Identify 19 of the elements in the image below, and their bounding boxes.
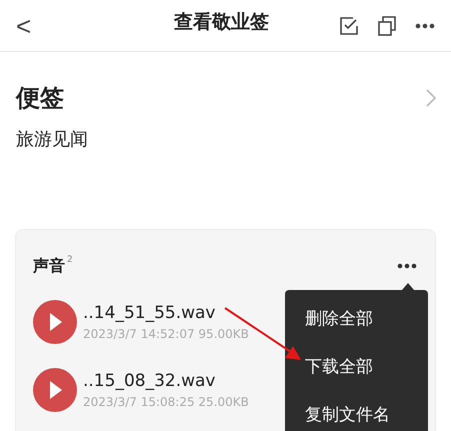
back-button[interactable]: <: [16, 12, 32, 38]
menu-item[interactable]: 下载全部: [305, 356, 408, 378]
page-title: 查看敬业签: [174, 10, 269, 35]
play-button[interactable]: [33, 368, 77, 412]
category-title: 便签: [16, 83, 64, 114]
file-name: ..14_51_55.wav: [83, 302, 216, 325]
file-name: ..15_08_32.wav: [83, 370, 216, 393]
card-title: 声音: [33, 255, 65, 277]
more-icon[interactable]: [415, 22, 435, 28]
more-icon[interactable]: [397, 263, 417, 269]
copy-icon[interactable]: [377, 16, 397, 36]
file-meta: 2023/3/7 14:52:07 95.00KB: [83, 326, 249, 343]
note-content: 旅游见闻: [15, 128, 89, 152]
file-meta: 2023/3/7 15:08:25 25.00KB: [83, 394, 249, 411]
menu-item[interactable]: 删除全部: [305, 308, 408, 330]
count-superscript: 2: [67, 254, 73, 267]
play-button[interactable]: [33, 300, 77, 344]
menu-item[interactable]: 复制文件名: [305, 404, 408, 426]
checkbox-icon[interactable]: [339, 16, 359, 36]
